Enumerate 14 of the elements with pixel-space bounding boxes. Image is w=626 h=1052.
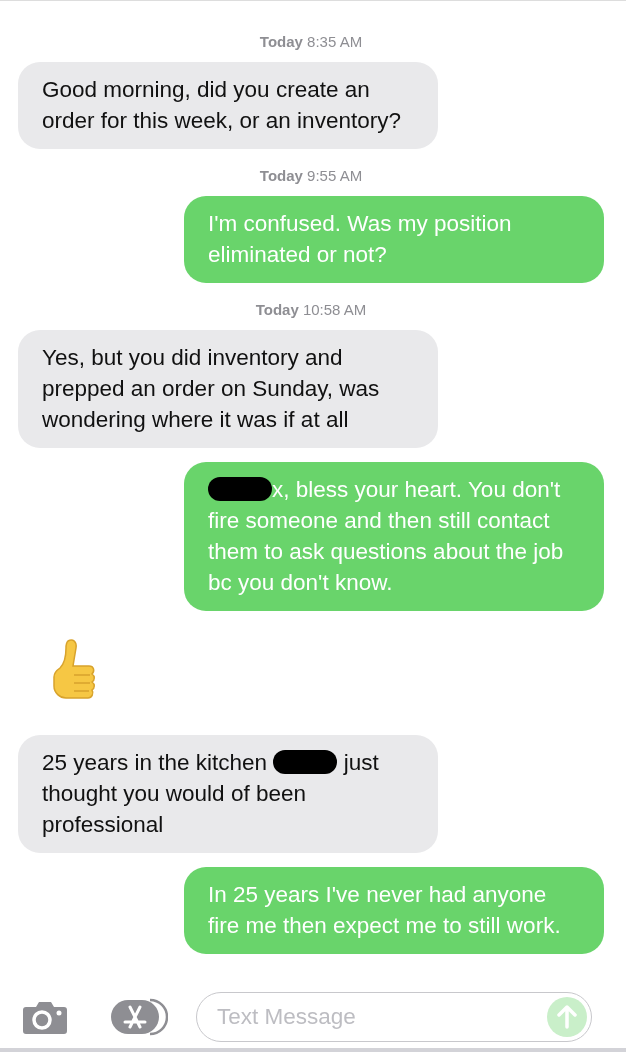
- timestamp: Today 9:55 AM: [259, 167, 363, 184]
- message-field[interactable]: Text Message: [196, 992, 592, 1042]
- sent-message: x, bless your heart. You don't fire someone and then still contact them to ask questions about the job bc you don't know.: [184, 462, 604, 611]
- redaction-mark: [273, 750, 338, 774]
- camera-icon[interactable]: [22, 999, 68, 1035]
- sent-message: I'm confused. Was my position eliminated or not?: [184, 196, 604, 283]
- redaction-mark: [208, 477, 272, 501]
- received-message: Good morning, did you create an order for this week, or an inventory?: [18, 62, 438, 149]
- received-message: Yes, but you did inventory and prepped an order on Sunday, was wondering where it was if at all: [18, 330, 438, 448]
- received-message: 25 years in the kitchen just thought you would of been professional: [18, 735, 438, 853]
- timestamp: Today 10:58 AM: [255, 301, 367, 318]
- sent-message: In 25 years I've never had anyone fire me then expect me to still work.: [184, 867, 604, 954]
- timestamp: Today 8:35 AM: [259, 33, 363, 50]
- app-store-icon[interactable]: [110, 998, 168, 1036]
